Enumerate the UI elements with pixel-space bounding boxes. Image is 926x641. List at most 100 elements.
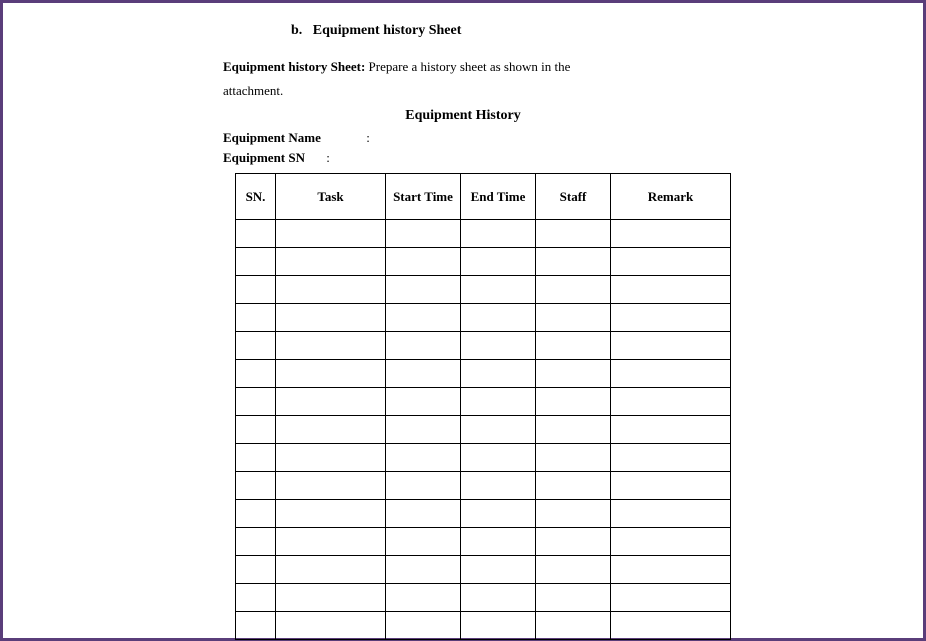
table-body (236, 220, 731, 640)
table-row (236, 332, 731, 360)
table-cell (536, 304, 611, 332)
table-row (236, 444, 731, 472)
table-cell (611, 276, 731, 304)
instruction-label: Equipment history Sheet: (223, 59, 365, 74)
table-cell (611, 612, 731, 640)
table-cell (386, 304, 461, 332)
table-cell (461, 472, 536, 500)
table-cell (276, 416, 386, 444)
table-row (236, 528, 731, 556)
table-cell (236, 528, 276, 556)
table-cell (461, 388, 536, 416)
table-row (236, 472, 731, 500)
table-cell (611, 388, 731, 416)
section-marker: b. (291, 23, 302, 38)
table-cell (386, 556, 461, 584)
section-heading-text: Equipment history Sheet (313, 23, 462, 38)
table-header-row: SN. Task Start Time End Time Staff Remar… (236, 174, 731, 220)
table-cell (461, 416, 536, 444)
table-cell (611, 304, 731, 332)
header-task: Task (276, 174, 386, 220)
table-row (236, 500, 731, 528)
table-cell (536, 556, 611, 584)
table-cell (611, 444, 731, 472)
table-cell (536, 584, 611, 612)
table-cell (276, 248, 386, 276)
table-cell (386, 528, 461, 556)
table-cell (386, 416, 461, 444)
table-cell (386, 444, 461, 472)
table-cell (461, 584, 536, 612)
table-container: SN. Task Start Time End Time Staff Remar… (235, 173, 883, 640)
table-cell (386, 612, 461, 640)
table-cell (276, 360, 386, 388)
table-cell (461, 360, 536, 388)
table-cell (611, 472, 731, 500)
table-cell (276, 304, 386, 332)
header-start-time: Start Time (386, 174, 461, 220)
table-cell (536, 248, 611, 276)
table-cell (236, 416, 276, 444)
table-cell (236, 220, 276, 248)
table-cell (386, 248, 461, 276)
table-cell (276, 556, 386, 584)
table-cell (236, 388, 276, 416)
table-cell (536, 416, 611, 444)
table-cell (386, 220, 461, 248)
table-cell (276, 332, 386, 360)
table-cell (536, 528, 611, 556)
table-row (236, 276, 731, 304)
table-cell (236, 472, 276, 500)
table-cell (536, 612, 611, 640)
field-equipment-sn: Equipment SN : (223, 148, 883, 168)
table-cell (611, 416, 731, 444)
table-cell (276, 444, 386, 472)
header-end-time: End Time (461, 174, 536, 220)
table-row (236, 388, 731, 416)
table-row (236, 612, 731, 640)
equipment-sn-sep: : (326, 148, 330, 168)
table-cell (236, 360, 276, 388)
table-cell (236, 304, 276, 332)
table-cell (236, 444, 276, 472)
table-cell (386, 332, 461, 360)
table-cell (461, 332, 536, 360)
table-cell (386, 360, 461, 388)
table-cell (276, 472, 386, 500)
table-cell (386, 472, 461, 500)
table-cell (611, 500, 731, 528)
instruction-line2: attachment. (223, 81, 883, 101)
table-cell (461, 612, 536, 640)
instruction-text-line2: attachment. (223, 83, 283, 98)
field-equipment-name: Equipment Name : (223, 128, 883, 148)
table-cell (276, 612, 386, 640)
instruction-text-line1: Prepare a history sheet as shown in the (369, 59, 571, 74)
table-cell (536, 388, 611, 416)
table-row (236, 248, 731, 276)
section-header: b. Equipment history Sheet (291, 23, 883, 39)
table-cell (461, 556, 536, 584)
table-cell (236, 612, 276, 640)
table-cell (236, 584, 276, 612)
table-cell (461, 248, 536, 276)
table-cell (536, 500, 611, 528)
table-cell (611, 556, 731, 584)
table-cell (461, 528, 536, 556)
instruction-block: Equipment history Sheet: Prepare a histo… (223, 57, 883, 77)
table-cell (611, 584, 731, 612)
table-cell (536, 472, 611, 500)
table-cell (276, 388, 386, 416)
table-cell (236, 248, 276, 276)
table-cell (236, 500, 276, 528)
table-cell (276, 584, 386, 612)
table-cell (611, 332, 731, 360)
table-row (236, 304, 731, 332)
header-remark: Remark (611, 174, 731, 220)
table-cell (461, 276, 536, 304)
document-title: Equipment History (223, 108, 703, 124)
table-cell (386, 388, 461, 416)
table-cell (276, 220, 386, 248)
table-cell (461, 500, 536, 528)
table-cell (236, 556, 276, 584)
table-cell (611, 360, 731, 388)
